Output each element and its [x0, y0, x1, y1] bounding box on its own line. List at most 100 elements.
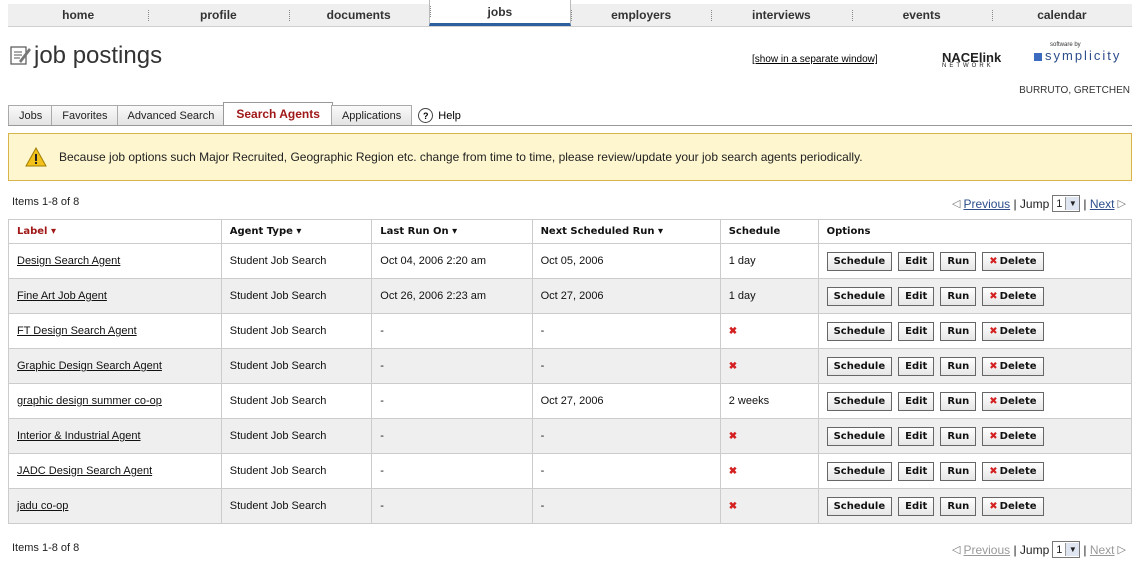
- delete-icon: ✖: [989, 500, 998, 512]
- nav-item-profile[interactable]: profile: [148, 4, 288, 26]
- agent-label-link[interactable]: FT Design Search Agent: [17, 325, 137, 337]
- options-cell: Schedule Edit Run ✖ Delete: [817, 453, 1133, 489]
- previous-link[interactable]: Previous: [963, 197, 1010, 211]
- run-button[interactable]: Run: [940, 356, 977, 376]
- agent-type-cell: Student Job Search: [220, 348, 373, 384]
- nav-item-calendar[interactable]: calendar: [991, 4, 1132, 26]
- tab-divider: [8, 125, 1132, 126]
- agent-label-link[interactable]: Design Search Agent: [17, 255, 120, 267]
- no-schedule-icon: ✖: [728, 501, 738, 512]
- next-arrow-icon: ▷: [1117, 544, 1126, 556]
- previous-arrow-icon: ◁: [951, 544, 961, 556]
- edit-button[interactable]: Edit: [898, 286, 935, 306]
- column-header-3[interactable]: Next Scheduled Run ▾: [531, 219, 721, 244]
- agent-label-link[interactable]: graphic design summer co-op: [17, 395, 162, 407]
- last-run-cell: -: [371, 453, 533, 489]
- last-run-cell: Oct 26, 2006 2:23 am: [371, 278, 533, 314]
- nav-item-employers[interactable]: employers: [571, 4, 711, 26]
- agent-label-link[interactable]: JADC Design Search Agent: [17, 465, 152, 477]
- next-link[interactable]: Next: [1090, 543, 1115, 557]
- next-run-cell: Oct 05, 2006: [531, 243, 721, 279]
- delete-button[interactable]: ✖ Delete: [982, 496, 1044, 516]
- schedule-button[interactable]: Schedule: [826, 426, 893, 446]
- agent-type-cell: Student Job Search: [220, 243, 373, 279]
- edit-button[interactable]: Edit: [898, 356, 935, 376]
- run-button[interactable]: Run: [940, 496, 977, 516]
- edit-button[interactable]: Edit: [898, 251, 935, 271]
- run-button[interactable]: Run: [940, 286, 977, 306]
- schedule-button[interactable]: Schedule: [826, 391, 893, 411]
- edit-button[interactable]: Edit: [898, 426, 935, 446]
- edit-button[interactable]: Edit: [898, 496, 935, 516]
- tab-jobs[interactable]: Jobs: [8, 105, 54, 125]
- options-cell: Schedule Edit Run ✖ Delete: [817, 243, 1133, 279]
- agent-label-link[interactable]: Fine Art Job Agent: [17, 290, 107, 302]
- delete-button[interactable]: ✖ Delete: [982, 356, 1044, 376]
- previous-arrow-icon: ◁: [951, 198, 961, 210]
- no-schedule-icon: ✖: [728, 466, 738, 477]
- delete-button[interactable]: ✖ Delete: [982, 461, 1044, 481]
- nav-item-interviews[interactable]: interviews: [711, 4, 851, 26]
- schedule-button[interactable]: Schedule: [826, 461, 893, 481]
- agent-label-link[interactable]: Graphic Design Search Agent: [17, 360, 162, 372]
- schedule-cell: ✖: [719, 348, 819, 384]
- last-run-cell: -: [371, 418, 533, 454]
- jump-label: Jump: [1019, 196, 1050, 211]
- agent-label-link[interactable]: Interior & Industrial Agent: [17, 430, 141, 442]
- tab-search-agents[interactable]: Search Agents: [223, 102, 333, 125]
- agent-type-cell: Student Job Search: [220, 453, 373, 489]
- table-row: FT Design Search Agent Student Job Search…: [8, 313, 1133, 349]
- delete-button[interactable]: ✖ Delete: [982, 251, 1044, 271]
- options-cell: Schedule Edit Run ✖ Delete: [817, 383, 1133, 419]
- nacelink-logo: NACElink NETWORK: [942, 50, 1002, 69]
- schedule-button[interactable]: Schedule: [826, 321, 893, 341]
- warning-icon: [25, 147, 47, 167]
- symplicity-logo: software by symplicity: [1034, 42, 1121, 63]
- column-header-0[interactable]: Label ▾: [8, 219, 222, 244]
- separate-window-link[interactable]: [show in a separate window]: [752, 54, 878, 65]
- user-name: BURRUTO, GRETCHEN: [1019, 85, 1130, 96]
- delete-icon: ✖: [989, 290, 998, 302]
- edit-button[interactable]: Edit: [898, 321, 935, 341]
- schedule-cell: ✖: [719, 418, 819, 454]
- tab-applications[interactable]: Applications: [330, 105, 413, 125]
- edit-button[interactable]: Edit: [898, 391, 935, 411]
- tab-favorites[interactable]: Favorites: [51, 105, 119, 125]
- schedule-button[interactable]: Schedule: [826, 496, 893, 516]
- next-link[interactable]: Next: [1090, 197, 1115, 211]
- run-button[interactable]: Run: [940, 251, 977, 271]
- tab-advanced-search[interactable]: Advanced Search: [116, 105, 226, 125]
- schedule-button[interactable]: Schedule: [826, 251, 893, 271]
- agent-label-link[interactable]: jadu co-op: [17, 500, 68, 512]
- run-button[interactable]: Run: [940, 321, 977, 341]
- nav-item-jobs[interactable]: jobs: [428, 0, 571, 26]
- nav-item-home[interactable]: home: [8, 4, 148, 26]
- previous-link[interactable]: Previous: [963, 543, 1010, 557]
- document-edit-icon: [10, 46, 31, 65]
- delete-icon: ✖: [989, 360, 998, 372]
- options-cell: Schedule Edit Run ✖ Delete: [817, 418, 1133, 454]
- column-header-1[interactable]: Agent Type ▾: [220, 219, 373, 244]
- schedule-button[interactable]: Schedule: [826, 356, 893, 376]
- delete-button[interactable]: ✖ Delete: [982, 391, 1044, 411]
- nav-item-documents[interactable]: documents: [288, 4, 429, 26]
- no-schedule-icon: ✖: [728, 431, 738, 442]
- chevron-down-icon: ▼: [1065, 197, 1080, 210]
- nav-item-events[interactable]: events: [851, 4, 992, 26]
- page-select[interactable]: 1 ▼: [1052, 541, 1081, 558]
- last-run-cell: -: [371, 488, 533, 524]
- run-button[interactable]: Run: [940, 461, 977, 481]
- column-header-2[interactable]: Last Run On ▾: [371, 219, 533, 244]
- schedule-button[interactable]: Schedule: [826, 286, 893, 306]
- help-link[interactable]: ? Help: [418, 106, 461, 125]
- delete-icon: ✖: [989, 395, 998, 407]
- page-select[interactable]: 1 ▼: [1052, 195, 1081, 212]
- schedule-cell: ✖: [719, 453, 819, 489]
- delete-button[interactable]: ✖ Delete: [982, 426, 1044, 446]
- run-button[interactable]: Run: [940, 391, 977, 411]
- delete-button[interactable]: ✖ Delete: [982, 321, 1044, 341]
- edit-button[interactable]: Edit: [898, 461, 935, 481]
- delete-button[interactable]: ✖ Delete: [982, 286, 1044, 306]
- next-run-cell: -: [531, 313, 721, 349]
- run-button[interactable]: Run: [940, 426, 977, 446]
